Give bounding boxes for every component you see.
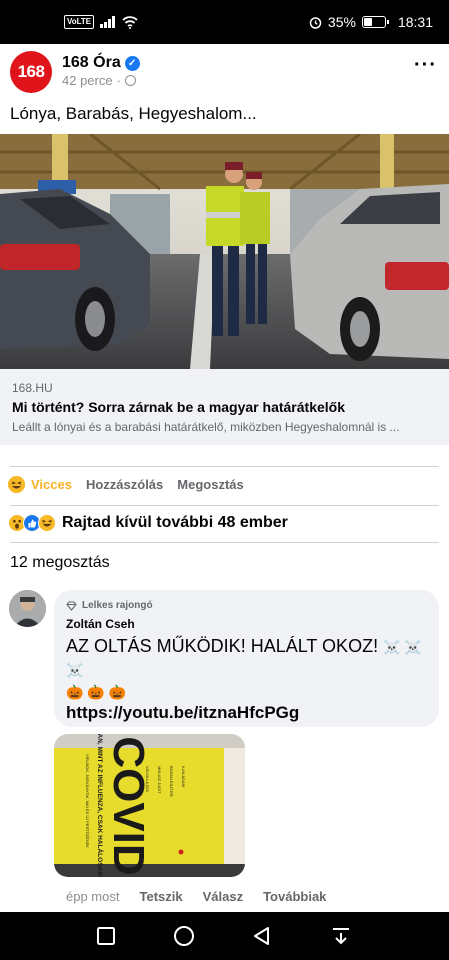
wifi-icon [122, 15, 138, 29]
home-button[interactable] [173, 925, 195, 947]
comment-author[interactable]: Zoltán Cseh [66, 617, 427, 631]
diamond-icon [66, 600, 77, 611]
border-crossing-photo [0, 134, 449, 369]
signal-icon [100, 16, 116, 28]
comment-link[interactable]: https://youtu.be/itznaHfcPGg [66, 703, 427, 723]
status-bar: VoLTE 35% 18:31 [0, 0, 449, 44]
globe-icon [124, 75, 136, 86]
share-button[interactable]: Megosztás [177, 477, 243, 492]
book-side-text: VÍRUSOK, JÁRVÁNYOK, MAI ÉS ÚJ FERTŐZÉSEK [85, 754, 90, 848]
post-actions: Vicces Hozzászólás Megosztás [8, 476, 244, 493]
comment-actions: épp most Tetszik Válasz Továbbiak [66, 889, 326, 904]
reactions-summary[interactable]: Rajtad kívül további 48 ember [8, 514, 288, 532]
hide-navbar-icon[interactable] [330, 925, 352, 947]
verified-badge-icon: ✓ [124, 55, 140, 71]
reactions-text: Rajtad kívül további 48 ember [62, 514, 288, 531]
volte-icon: VoLTE [64, 15, 95, 29]
divider [10, 505, 439, 506]
more-comment-options-button[interactable]: Továbbiak [263, 889, 326, 904]
reaction-label: Vicces [31, 477, 72, 492]
recent-apps-button[interactable] [95, 925, 117, 947]
reply-button[interactable]: Válasz [203, 889, 243, 904]
haha-emoji-icon [38, 514, 56, 532]
svg-text:KUN ÁDÁM: KUN ÁDÁM [181, 766, 186, 787]
clock: 18:31 [397, 14, 433, 30]
svg-text:BOZAN ESZTER: BOZAN ESZTER [169, 766, 174, 797]
haha-emoji-icon [8, 476, 25, 493]
covid-book-photo: COVID "OLYAN, MINT AZ INFLUENZA, CSAK HA… [54, 734, 245, 877]
book-subtitle: "OLYAN, MINT AZ INFLUENZA, CSAK HALÁLOSA… [96, 734, 105, 877]
comment-text: AZ OLTÁS MŰKÖDIK! HALÁLT OKOZ! ☠️ ☠️ ☠️ [66, 636, 422, 678]
comment-attached-image[interactable]: COVID "OLYAN, MINT AZ INFLUENZA, CSAK HA… [54, 734, 245, 877]
comment-time[interactable]: épp most [66, 889, 119, 904]
alarm-icon [309, 16, 322, 29]
page-name[interactable]: 168 Óra [62, 54, 121, 72]
post-link-image[interactable] [0, 134, 449, 369]
post-time[interactable]: 42 perce [62, 73, 113, 88]
battery-icon [361, 16, 389, 28]
comment-button[interactable]: Hozzászólás [86, 477, 163, 492]
svg-text:VÁLYA LAJOS: VÁLYA LAJOS [145, 766, 150, 792]
commenter-avatar[interactable] [9, 590, 46, 627]
comment-bubble[interactable]: Lelkes rajongó Zoltán Cseh AZ OLTÁS MŰKÖ… [54, 590, 439, 727]
link-title[interactable]: Mi történt? Sorra zárnak be a magyar hat… [12, 399, 437, 415]
post-header: 168 168 Óra ✓ 42 perce · ··· [0, 44, 449, 100]
svg-text:MIKUSZ JUDIT: MIKUSZ JUDIT [157, 766, 162, 794]
reaction-button[interactable]: Vicces [8, 476, 72, 493]
link-preview[interactable]: 168.HU Mi történt? Sorra zárnak be a mag… [0, 369, 449, 445]
like-comment-button[interactable]: Tetszik [139, 889, 182, 904]
more-options-button[interactable]: ··· [414, 55, 437, 75]
link-description: Leállt a lónyai és a barabási határátkel… [12, 420, 400, 434]
back-button[interactable] [251, 925, 273, 947]
system-navigation-bar [0, 912, 449, 960]
post-text: Lónya, Barabás, Hegyeshalom... [10, 104, 257, 123]
divider [10, 542, 439, 543]
divider [10, 466, 439, 467]
fan-badge: Lelkes rajongó [66, 600, 427, 611]
page-avatar[interactable]: 168 [10, 51, 52, 93]
book-title: COVID [104, 736, 153, 875]
link-domain: 168.HU [12, 381, 53, 395]
pumpkin-emojis: 🎃 🎃 🎃 [66, 684, 127, 700]
battery-percent: 35% [327, 14, 356, 30]
shares-count[interactable]: 12 megosztás [10, 554, 110, 572]
